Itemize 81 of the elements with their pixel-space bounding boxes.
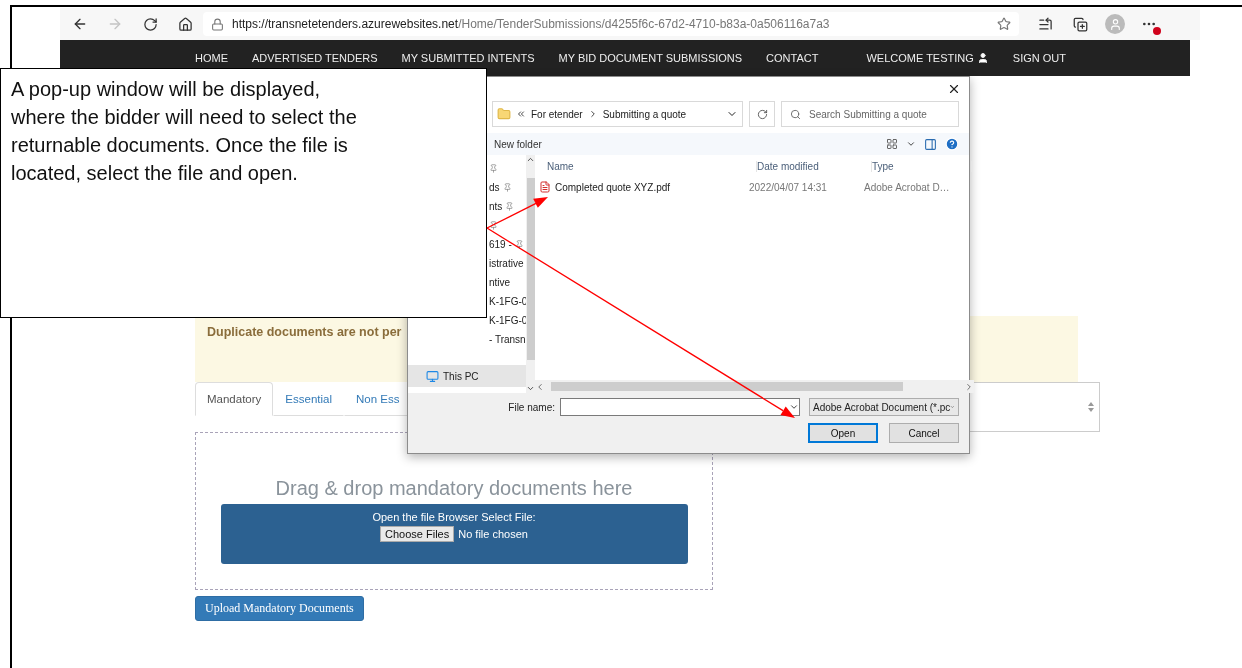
dropdown-icon[interactable] [789,402,799,412]
nav-link[interactable]: CONTACT [766,52,819,64]
search-icon [790,108,801,120]
view-icon[interactable] [886,138,898,150]
notification-badge [1153,27,1161,35]
scroll-left-icon[interactable] [535,381,545,392]
help-icon[interactable] [945,137,959,151]
new-folder-button[interactable]: New folder [494,138,542,150]
search-placeholder: Search Submitting a quote [809,108,927,120]
scroll-right-icon[interactable] [964,381,974,392]
nav-pane-label: istrative [489,258,524,269]
pin-icon [502,183,512,192]
collections-icon[interactable] [1072,16,1088,32]
home-icon[interactable] [177,16,193,32]
dialog-button[interactable]: Cancel [889,423,959,443]
breadcrumb-item[interactable]: Submitting a quote [602,108,687,120]
url-text: https://transnetetenders.azurewebsites.net/Home/TenderSubmissions/d4255f6c-67d2-4710-b83a-0a506116a7a3 [232,17,830,31]
dialog-button[interactable]: Open [808,423,878,443]
file-name-label: File name: [508,401,555,413]
caret-icon[interactable] [906,139,916,149]
column-header[interactable]: Type [872,160,972,172]
refresh-icon[interactable] [142,16,158,32]
welcome-text: WELCOME TESTING [866,52,974,64]
file-type-dropdown[interactable]: Adobe Acrobat Document (*.pc [809,398,959,416]
favorites-icon[interactable] [1037,16,1053,32]
upload-button[interactable]: Upload Mandatory Documents [195,596,364,621]
nav-pane-label: - Transn [489,334,526,345]
choose-files-button[interactable]: Choose Files [380,526,455,542]
nav-pane-item[interactable]: - Transn [489,330,526,349]
nav-pane-label: ds [489,182,500,193]
document-tab[interactable]: Mandatory [195,382,274,416]
pdf-file-icon [539,181,551,193]
star-icon[interactable] [997,17,1011,31]
pin-icon [514,240,524,249]
nav-pane-item[interactable]: nts [489,197,515,216]
vertical-scrollbar[interactable] [526,155,535,393]
spinner-icon [1087,400,1095,414]
file-select-label: Open the file Browser Select File: [372,511,536,523]
monitor-icon [426,369,439,383]
nav-link[interactable]: MY BID DOCUMENT SUBMISSIONS [558,52,743,64]
pin-icon [505,202,515,211]
file-row[interactable]: Completed quote XYZ.pdf 2022/04/07 14:31 Adobe Acrobat D… [535,177,974,197]
nav-pane-item[interactable]: ntive [489,273,511,292]
address-bar[interactable]: https://transnetetenders.azurewebsites.net/Home/TenderSubmissions/d4255f6c-67d2-4710-b83a-0a506116a7a3 [203,12,1019,36]
nav-link[interactable]: HOME [195,52,228,64]
chevrons-icon [516,109,526,119]
drop-zone-title: Drag & drop mandatory documents here [275,477,633,500]
refresh-icon [756,108,768,120]
lock-icon [211,17,224,31]
nav-pane-label: 619 - [489,239,512,250]
file-type: Adobe Acrobat D… [864,181,951,193]
file-date: 2022/04/07 14:31 [749,181,828,193]
refresh-button[interactable] [749,101,775,127]
preview-pane-icon[interactable] [924,137,937,151]
file-status: No file chosen [458,528,528,540]
search-field[interactable]: Search Submitting a quote [781,101,959,127]
pin-icon [489,164,498,173]
nav-link[interactable]: MY SUBMITTED INTENTS [401,52,535,64]
user-icon [976,52,989,64]
nav-link[interactable]: ADVERTISED TENDERS [252,52,378,64]
scroll-up-icon[interactable] [526,155,535,164]
file-name-field[interactable] [560,398,800,416]
breadcrumb-bar[interactable]: For etender Submitting a quote [492,101,743,127]
nav-pane-item[interactable]: istrative [489,254,524,273]
nav-pane-item[interactable]: ds [489,178,512,197]
warning-text: Duplicate documents are not per [207,325,402,339]
horizontal-scrollbar[interactable] [535,380,974,393]
nav-pane-item[interactable]: 619 - [489,235,524,254]
scroll-down-icon[interactable] [526,384,535,393]
nav-pane-label: nts [489,201,503,212]
pin-icon [489,221,498,230]
folder-icon [497,107,511,121]
callout-text: A pop-up window will be displayed, where the bidder will need to select the returnable documents. Once the file is located, select the file and open. [11,77,358,186]
this-pc-item[interactable]: This PC [408,365,526,387]
file-name: Completed quote XYZ.pdf [555,181,671,193]
close-icon[interactable] [947,82,961,96]
sign-out-link[interactable]: SIGN OUT [1012,52,1066,64]
column-header[interactable]: Name [547,160,757,172]
breadcrumb-item[interactable]: For etender [531,108,583,120]
column-header[interactable]: Date modified [757,160,872,172]
nav-pane-label: ntive [489,277,511,288]
